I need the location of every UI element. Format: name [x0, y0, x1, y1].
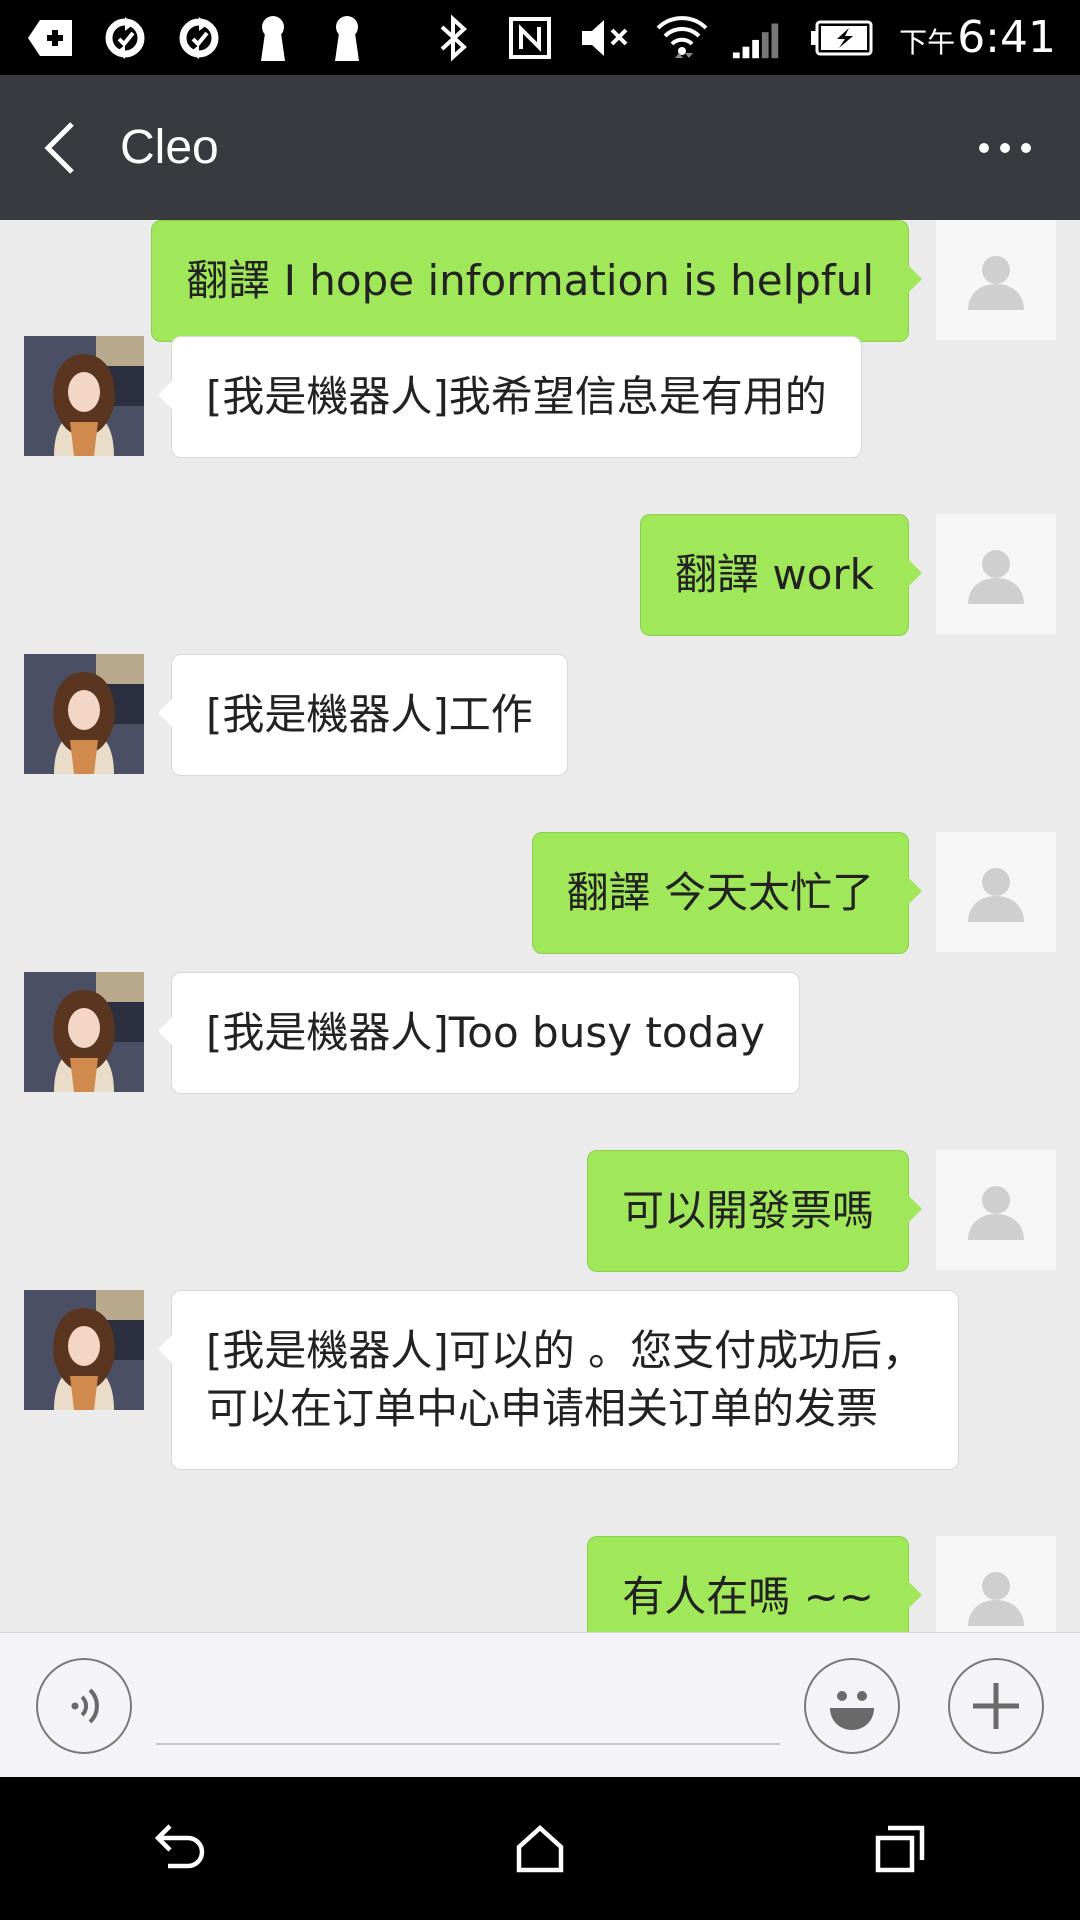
- chat-header: Cleo: [0, 75, 1080, 220]
- message-bubble[interactable]: 可以開發票嗎: [586, 1150, 923, 1272]
- back-button[interactable]: [0, 75, 120, 220]
- self-avatar[interactable]: [936, 832, 1056, 952]
- nav-recent-apps-button[interactable]: [820, 1794, 980, 1904]
- plus-icon: [973, 1683, 1019, 1729]
- emoji-button[interactable]: [804, 1658, 900, 1754]
- chevron-left-icon: [44, 121, 74, 174]
- message-text: 翻譯 今天太忙了: [566, 868, 874, 917]
- contact-avatar[interactable]: [24, 336, 144, 456]
- clock-time: 6:41: [957, 12, 1056, 63]
- message-input[interactable]: [156, 1673, 780, 1745]
- status-bar: 下午 6:41: [0, 0, 1080, 75]
- self-avatar[interactable]: [936, 220, 1056, 340]
- plus-button[interactable]: [948, 1658, 1044, 1754]
- mute-icon: [579, 11, 633, 65]
- voice-button[interactable]: [36, 1658, 132, 1754]
- input-bar: [0, 1632, 1080, 1777]
- add-box-icon: [24, 11, 78, 65]
- back-arrow-icon: [154, 1823, 205, 1868]
- clock-meridiem: 下午: [899, 26, 956, 59]
- message-text: 翻譯 work: [675, 550, 874, 599]
- self-avatar[interactable]: [936, 1150, 1056, 1270]
- recent-apps-icon: [875, 1825, 925, 1872]
- message-bubble[interactable]: [我是機器人]可以的 。您支付成功后， 可以在订单中心申请相关订单的发票: [157, 1290, 960, 1470]
- more-button[interactable]: [930, 75, 1080, 220]
- wifi-icon: [655, 11, 709, 65]
- home-icon: [516, 1824, 564, 1872]
- signal-icon: [731, 11, 785, 65]
- message-bubble[interactable]: [我是機器人]工作: [158, 654, 568, 776]
- message-bubble[interactable]: [我是機器人]Too busy today: [158, 972, 800, 1094]
- keyhole-icon: [320, 11, 374, 65]
- self-avatar[interactable]: [936, 1536, 1056, 1632]
- contact-avatar[interactable]: [24, 654, 144, 774]
- voice-icon: [71, 1688, 99, 1724]
- emoji-icon: [830, 1691, 874, 1730]
- message-list[interactable]: 翻譯 I hope information is helpful [我是機器人]我…: [0, 220, 1080, 1632]
- chat-screen: 下午 6:41 Cleo 翻譯 I hope information is he…: [0, 0, 1080, 1920]
- chat-title: Cleo: [120, 121, 219, 174]
- message-bubble[interactable]: 翻譯 今天太忙了: [531, 832, 923, 954]
- battery-charging-icon: [807, 11, 877, 65]
- message-text: [我是機器人]工作: [206, 690, 533, 739]
- navigation-bar: [0, 1777, 1080, 1920]
- more-icon: [979, 142, 1031, 153]
- message-bubble[interactable]: 有人在嗎 ~~: [587, 1536, 922, 1632]
- sync-icon: [98, 11, 152, 65]
- sync-icon: [172, 11, 226, 65]
- message-bubble[interactable]: 翻譯 I hope information is helpful: [151, 220, 922, 342]
- message-text: [我是機器人]我希望信息是有用的: [206, 372, 827, 421]
- message-bubble[interactable]: [我是機器人]我希望信息是有用的: [158, 336, 862, 458]
- message-text: 可以開發票嗎: [621, 1186, 874, 1235]
- message-text: [我是機器人]Too busy today: [206, 1008, 765, 1057]
- nav-home-button[interactable]: [460, 1794, 620, 1904]
- message-bubble[interactable]: 翻譯 work: [640, 514, 922, 636]
- message-text: 有人在嗎 ~~: [622, 1572, 874, 1621]
- nfc-icon: [503, 11, 557, 65]
- message-text: 可以在订单中心申请相关订单的发票: [206, 1384, 879, 1433]
- bluetooth-icon: [427, 11, 481, 65]
- nav-back-button[interactable]: [100, 1794, 260, 1904]
- contact-avatar[interactable]: [24, 1290, 144, 1410]
- message-text: [我是機器人]可以的 。您支付成功后，: [206, 1326, 925, 1375]
- self-avatar[interactable]: [936, 514, 1056, 634]
- status-clock: 下午 6:41: [899, 12, 1056, 63]
- message-text: 翻譯 I hope information is helpful: [186, 256, 874, 305]
- contact-avatar[interactable]: [24, 972, 144, 1092]
- keyhole-icon: [246, 11, 300, 65]
